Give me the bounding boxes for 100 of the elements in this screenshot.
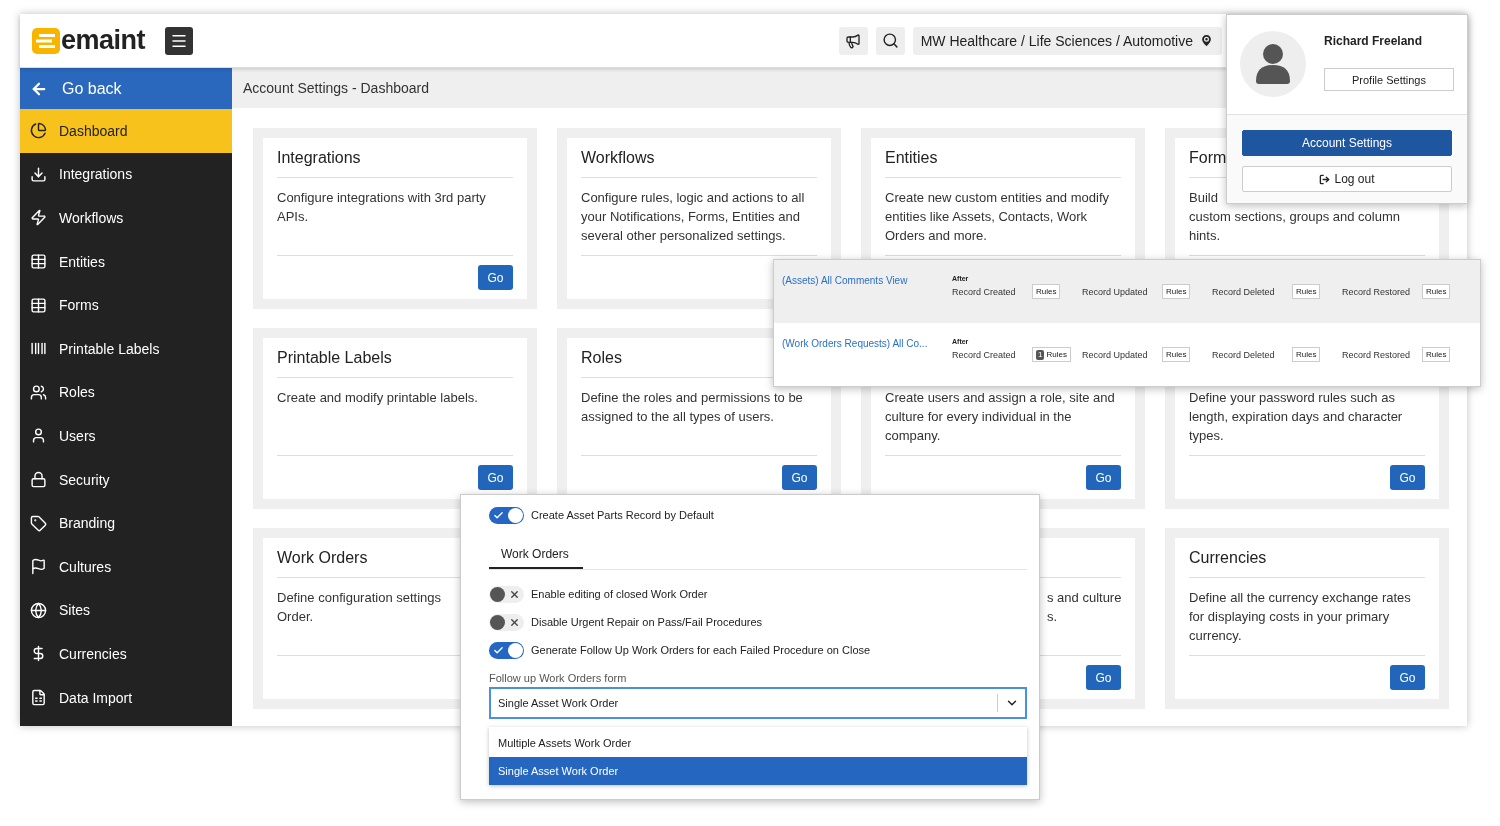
rules-button[interactable]: Rules <box>1292 284 1321 299</box>
go-button[interactable]: Go <box>1086 665 1121 690</box>
go-button[interactable]: Go <box>1390 465 1425 490</box>
select-field[interactable]: Single Asset Work Order <box>489 687 1027 719</box>
card-description: culture for every individual in the <box>885 408 1072 426</box>
card-description: currency. <box>1189 627 1242 645</box>
card-description: Orders and more. <box>885 227 987 245</box>
menu-item[interactable]: Log out <box>1242 166 1452 192</box>
toggle-switch[interactable] <box>489 641 524 659</box>
event-label: Record Deleted <box>1212 286 1276 297</box>
x-icon <box>509 588 520 600</box>
dropdown-option[interactable]: Single Asset Work Order <box>489 757 1027 785</box>
card-description: custom sections, groups and column <box>1189 208 1400 226</box>
card-description: length, expiration days and character <box>1189 408 1403 426</box>
logout-icon <box>1319 173 1331 185</box>
card-description: Create users and assign a role, site and <box>885 389 1115 407</box>
view-link[interactable]: (Work Orders Requests) All Co... <box>782 338 952 386</box>
sidebar-item[interactable]: Security <box>20 457 232 502</box>
event-label: Record Created <box>952 349 1017 360</box>
sidebar-item[interactable]: Branding <box>20 501 232 545</box>
toggle-switch[interactable] <box>489 613 524 631</box>
go-button[interactable]: Go <box>478 265 513 290</box>
sidebar-item[interactable]: Integrations <box>20 152 232 197</box>
sidebar-item[interactable]: Users <box>20 414 232 458</box>
user-name: Richard Freeland <box>1324 34 1424 48</box>
go-back-button[interactable]: Go back <box>20 68 232 109</box>
card-title: Roles <box>581 348 622 367</box>
card-description: Create and modify printable labels. <box>277 389 478 407</box>
sidebar-item[interactable]: Entities <box>20 239 232 284</box>
card-description: assigned to the all types of users. <box>581 408 774 426</box>
sidebar-item[interactable]: Workflows <box>20 196 232 240</box>
card-description: s and culture <box>1047 589 1122 607</box>
card-description: Configure rules, logic and actions to all <box>581 189 805 207</box>
map-pin-icon <box>1199 33 1214 48</box>
logo-icon <box>32 27 60 54</box>
sidebar-item[interactable]: Cultures <box>20 544 232 589</box>
megaphone-icon <box>845 32 862 49</box>
rules-button[interactable]: Rules <box>1162 284 1191 299</box>
card-description: company. <box>885 427 941 445</box>
toggle-label: Generate Follow Up Work Orders for each Failed Procedure on Close <box>531 644 871 656</box>
lock-icon <box>30 471 47 489</box>
sidebar-item[interactable]: Dashboard <box>20 109 232 153</box>
sidebar-item[interactable]: Currencies <box>20 632 232 676</box>
table-icon <box>30 253 47 271</box>
card-description: Create new custom entities and modify <box>885 189 1109 207</box>
card-description: Define configuration settings <box>277 589 442 607</box>
field-label: Follow up Work Orders form <box>489 672 628 684</box>
sidebar-item[interactable]: Sites <box>20 588 232 633</box>
go-button[interactable]: Go <box>782 465 817 490</box>
user-icon <box>30 427 47 445</box>
card-description: Configure integrations with 3rd party <box>277 189 486 207</box>
card-description: Order. <box>277 608 314 626</box>
toggle-switch[interactable] <box>489 585 524 603</box>
users-icon <box>30 383 47 401</box>
card-description: several other personalized settings. <box>581 227 786 245</box>
toggle-switch[interactable] <box>489 506 524 524</box>
sidebar-item[interactable]: Printable Labels <box>20 326 232 371</box>
card-title: Integrations <box>277 148 361 167</box>
rules-button[interactable]: Rules <box>1032 284 1061 299</box>
search-button[interactable] <box>875 26 905 55</box>
sidebar-item[interactable]: Forms <box>20 283 232 327</box>
card-title: Printable Labels <box>277 348 392 367</box>
event-label: Record Updated <box>1082 349 1149 360</box>
rules-button[interactable]: Rules <box>1292 347 1321 362</box>
rules-button[interactable]: 1 Rules <box>1032 347 1071 362</box>
sidebar-item[interactable]: Roles <box>20 370 232 415</box>
card-title: Currencies <box>1189 548 1267 567</box>
megaphone-button[interactable] <box>838 26 868 55</box>
profile-settings-button[interactable]: Profile Settings <box>1324 68 1454 91</box>
card-description: s. <box>1047 608 1058 626</box>
menu-item[interactable]: Account Settings <box>1242 130 1452 156</box>
card-title: Work Orders <box>277 548 368 567</box>
rules-button[interactable]: Rules <box>1422 284 1451 299</box>
card-title: Form <box>1189 148 1227 167</box>
toggle-label: Enable editing of closed Work Order <box>531 588 708 600</box>
lightning-icon <box>30 209 47 227</box>
card-description: entities like Assets, Contacts, Work <box>885 208 1088 226</box>
toggle-label: Create Asset Parts Record by Default <box>531 509 714 521</box>
table-icon <box>30 296 47 314</box>
card-description: types. <box>1189 427 1224 445</box>
check-icon <box>493 644 504 656</box>
rules-button[interactable]: Rules <box>1162 347 1191 362</box>
site-selector[interactable]: MW Healthcare / Life Sciences / Automotive <box>912 26 1222 55</box>
sidebar-item[interactable]: Data Import <box>20 675 232 720</box>
menu-button[interactable] <box>165 26 194 55</box>
card-title: Entities <box>885 148 938 167</box>
view-link[interactable]: (Assets) All Comments View <box>782 275 952 323</box>
logo-text: emaint <box>61 25 146 56</box>
event-label: Record Restored <box>1342 349 1412 360</box>
check-icon <box>493 509 504 521</box>
go-button[interactable]: Go <box>1390 665 1425 690</box>
card-description: Define the roles and permissions to be <box>581 389 803 407</box>
dropdown-option[interactable]: Multiple Assets Work Order <box>489 729 1027 757</box>
toggle-label: Disable Urgent Repair on Pass/Fail Procedures <box>531 616 763 628</box>
tab[interactable]: Work Orders <box>489 541 583 569</box>
event-label: Record Deleted <box>1212 349 1276 360</box>
go-button[interactable]: Go <box>478 465 513 490</box>
rules-button[interactable]: Rules <box>1422 347 1451 362</box>
x-icon <box>509 616 520 628</box>
go-button[interactable]: Go <box>1086 465 1121 490</box>
